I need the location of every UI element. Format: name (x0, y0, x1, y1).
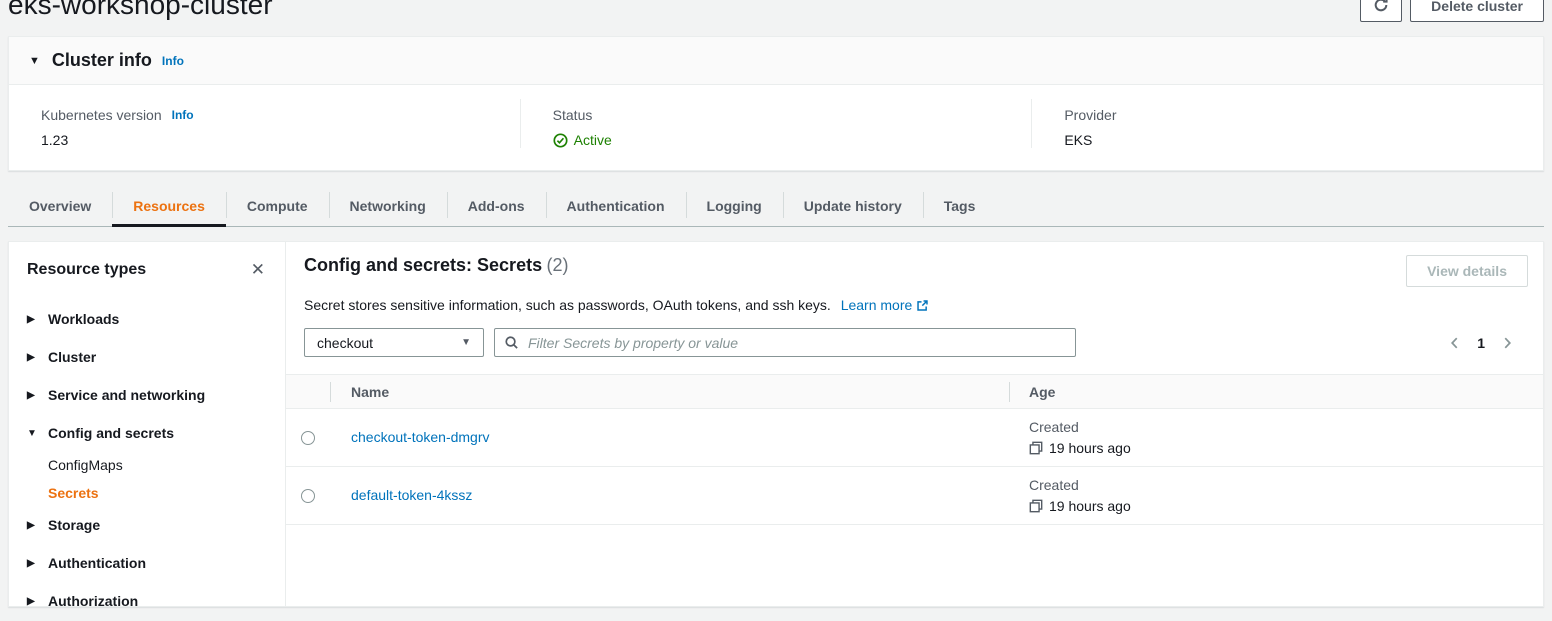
row-radio-button[interactable] (301, 431, 315, 445)
sidebar-item-secrets[interactable]: Secrets (48, 485, 267, 501)
kubernetes-version-info-link[interactable]: Info (172, 108, 194, 122)
resource-types-sidebar: Resource types ✕ ▶ Workloads ▶ Cluster ▶… (9, 242, 286, 606)
tab-compute[interactable]: Compute (226, 186, 329, 226)
cluster-info-header[interactable]: ▼ Cluster info Info (9, 37, 1543, 85)
refresh-icon (1373, 0, 1389, 16)
config-and-secrets-children: ConfigMaps Secrets (48, 457, 267, 501)
chevron-right-icon: ▶ (27, 596, 48, 607)
filter-dropdown-value: checkout (317, 335, 373, 351)
age-value: 19 hours ago (1049, 440, 1131, 456)
kubernetes-version-label: Kubernetes version (41, 107, 162, 123)
created-label: Created (1029, 477, 1543, 493)
provider-value: EKS (1064, 132, 1543, 148)
sidebar-item-configmaps[interactable]: ConfigMaps (48, 457, 267, 473)
chevron-right-icon: ▶ (27, 352, 48, 363)
cluster-info-body: Kubernetes version Info 1.23 Status Acti… (9, 85, 1543, 170)
sidebar-item-authentication[interactable]: ▶ Authentication (27, 555, 267, 571)
sidebar-item-storage[interactable]: ▶ Storage (27, 517, 267, 533)
chevron-right-icon: ▶ (27, 520, 48, 531)
resource-types-tree: ▶ Workloads ▶ Cluster ▶ Service and netw… (27, 311, 267, 606)
chevron-right-icon: ▶ (27, 558, 48, 569)
table-row: checkout-token-dmgrv Created 19 hours ag… (286, 409, 1543, 467)
view-details-button[interactable]: View details (1406, 255, 1528, 287)
name-column-header[interactable]: Name (330, 384, 1009, 400)
table-row: default-token-4kssz Created 19 hours ago (286, 467, 1543, 525)
check-circle-icon (553, 133, 568, 148)
secret-name-link[interactable]: checkout-token-dmgrv (351, 429, 490, 445)
header-actions: Delete cluster (1360, 0, 1544, 22)
secrets-table: Name Age checkout-token-dmgrv Created (286, 374, 1543, 525)
secrets-heading: Config and secrets: Secrets (2) (304, 255, 569, 276)
cluster-info-link[interactable]: Info (162, 54, 184, 68)
cluster-info-title: Cluster info (52, 50, 152, 71)
tab-authentication[interactable]: Authentication (546, 186, 686, 226)
chevron-down-icon: ▼ (27, 428, 48, 439)
secrets-description: Secret stores sensitive information, suc… (304, 297, 1528, 315)
provider-label: Provider (1064, 107, 1116, 123)
age-value: 19 hours ago (1049, 498, 1131, 514)
kubernetes-version-value: 1.23 (41, 132, 520, 148)
resource-types-title: Resource types (27, 261, 146, 279)
secrets-main-panel: Config and secrets: Secrets (2) View det… (286, 242, 1543, 606)
age-column-header[interactable]: Age (1009, 384, 1543, 400)
chevron-right-icon: ▶ (27, 390, 48, 401)
status-value: Active (574, 132, 612, 148)
sidebar-item-config-and-secrets[interactable]: ▼ Config and secrets (27, 425, 267, 441)
pagination: 1 (1448, 335, 1528, 351)
tab-update-history[interactable]: Update history (783, 186, 923, 226)
sidebar-item-authorization[interactable]: ▶ Authorization (27, 593, 267, 606)
status-badge: Active (553, 132, 1032, 148)
created-label: Created (1029, 419, 1543, 435)
previous-page-icon[interactable] (1448, 336, 1462, 350)
close-icon[interactable]: ✕ (249, 259, 267, 280)
sidebar-item-service-and-networking[interactable]: ▶ Service and networking (27, 387, 267, 403)
chevron-right-icon: ▶ (27, 314, 48, 325)
tab-logging[interactable]: Logging (686, 186, 783, 226)
page-header: eks-workshop-cluster Delete cluster (0, 0, 1552, 24)
next-page-icon[interactable] (1500, 336, 1514, 350)
delete-cluster-button[interactable]: Delete cluster (1410, 0, 1544, 22)
copy-icon[interactable] (1029, 441, 1043, 455)
search-input[interactable] (526, 334, 1066, 352)
table-header: Name Age (286, 374, 1543, 409)
tab-tags[interactable]: Tags (923, 186, 997, 226)
status-field: Status Active (520, 99, 1032, 148)
tab-add-ons[interactable]: Add-ons (447, 186, 546, 226)
tab-networking[interactable]: Networking (329, 186, 447, 226)
copy-icon[interactable] (1029, 499, 1043, 513)
age-cell: Created 19 hours ago (1029, 477, 1543, 514)
secrets-title: Config and secrets: Secrets (304, 255, 542, 275)
learn-more-link[interactable]: Learn more (841, 297, 930, 313)
page-number[interactable]: 1 (1477, 335, 1485, 351)
kubernetes-version-field: Kubernetes version Info 1.23 (9, 99, 520, 148)
dropdown-caret-icon: ▼ (461, 337, 471, 348)
external-link-icon (916, 299, 929, 315)
cluster-info-section: ▼ Cluster info Info Kubernetes version I… (8, 36, 1544, 171)
provider-field: Provider EKS (1031, 99, 1543, 148)
refresh-button[interactable] (1360, 0, 1402, 22)
secrets-count: (2) (547, 255, 569, 275)
filter-dropdown[interactable]: checkout ▼ (304, 328, 484, 357)
sidebar-item-cluster[interactable]: ▶ Cluster (27, 349, 267, 365)
row-radio-button[interactable] (301, 489, 315, 503)
resources-panel: Resource types ✕ ▶ Workloads ▶ Cluster ▶… (8, 241, 1544, 607)
tab-overview[interactable]: Overview (8, 186, 112, 226)
search-box (494, 328, 1076, 357)
tab-resources[interactable]: Resources (112, 186, 226, 226)
age-cell: Created 19 hours ago (1029, 419, 1543, 456)
page-title: eks-workshop-cluster (8, 0, 273, 22)
status-label: Status (553, 107, 593, 123)
cluster-tabs: Overview Resources Compute Networking Ad… (8, 186, 1544, 227)
search-icon (504, 335, 519, 350)
collapse-caret-icon[interactable]: ▼ (29, 55, 40, 67)
sidebar-item-workloads[interactable]: ▶ Workloads (27, 311, 267, 327)
secret-name-link[interactable]: default-token-4kssz (351, 487, 472, 503)
